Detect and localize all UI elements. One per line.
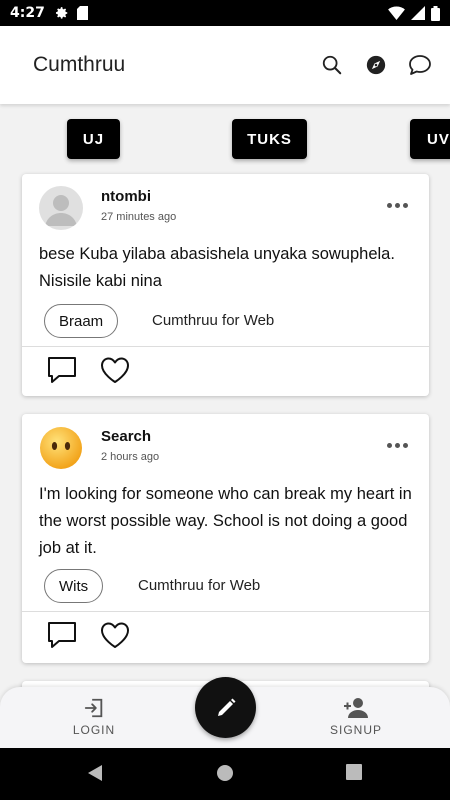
more-options-button[interactable] xyxy=(387,440,411,450)
chip-label: UV xyxy=(427,130,450,148)
avatar[interactable] xyxy=(39,426,83,470)
post-source: Cumthruu for Web xyxy=(138,577,261,594)
post-source: Cumthruu for Web xyxy=(152,312,275,329)
signup-label: SIGNUP xyxy=(329,723,382,737)
post-time: 2 hours ago xyxy=(101,451,160,463)
post-body: I'm looking for someone who can break my… xyxy=(39,485,412,557)
post-author[interactable]: Search xyxy=(101,428,151,445)
status-time: 4:27 xyxy=(10,5,45,21)
more-options-button[interactable] xyxy=(387,200,411,210)
group-chips: UJ TUKS UV xyxy=(0,104,450,172)
divider xyxy=(22,611,429,612)
post-tag[interactable]: Braam xyxy=(44,304,119,338)
divider xyxy=(22,346,429,347)
sd-card-icon xyxy=(76,6,88,20)
comment-icon xyxy=(48,357,76,383)
signup-button[interactable]: SIGNUP xyxy=(311,697,401,737)
settings-icon xyxy=(55,7,68,19)
compass-icon xyxy=(366,55,386,75)
signal-icon xyxy=(411,6,425,20)
post-card: Search 2 hours ago I'm looking for someo… xyxy=(22,414,429,663)
chip-label: UJ xyxy=(82,130,105,148)
app-bar: Cumthruu xyxy=(0,26,450,104)
like-button[interactable] xyxy=(98,354,132,386)
like-button[interactable] xyxy=(98,619,132,651)
comment-button[interactable] xyxy=(45,619,79,651)
wifi-icon xyxy=(388,6,405,20)
heart-icon xyxy=(101,622,129,648)
avatar[interactable] xyxy=(39,186,83,230)
recents-icon[interactable] xyxy=(346,764,362,780)
post-card: ntombi 27 minutes ago bese Kuba yilaba a… xyxy=(22,174,429,396)
add-person-icon xyxy=(344,698,368,718)
comment-button[interactable] xyxy=(45,354,79,386)
heart-icon xyxy=(101,357,129,383)
chat-icon xyxy=(409,55,431,75)
battery-icon xyxy=(431,5,440,21)
login-icon xyxy=(84,698,103,718)
chip-label: TUKS xyxy=(247,130,292,148)
post-time: 27 minutes ago xyxy=(101,211,177,223)
pencil-icon xyxy=(217,698,235,716)
login-label: LOGIN xyxy=(72,723,116,737)
home-icon[interactable] xyxy=(216,764,234,782)
chip-tuks[interactable]: TUKS xyxy=(232,119,307,159)
emoji-no-mouth-icon xyxy=(40,427,82,469)
system-nav-bar xyxy=(0,748,450,800)
post-tag[interactable]: Wits xyxy=(44,569,104,603)
status-bar: 4:27 xyxy=(0,0,450,26)
default-avatar-icon xyxy=(39,186,83,230)
app-title: Cumthruu xyxy=(33,53,126,76)
chip-uv[interactable]: UV xyxy=(410,119,450,159)
chip-uj[interactable]: UJ xyxy=(67,119,120,159)
back-icon[interactable] xyxy=(86,764,104,782)
explore-button[interactable] xyxy=(362,51,390,79)
compose-button[interactable] xyxy=(195,677,256,738)
comment-icon xyxy=(48,622,76,648)
search-button[interactable] xyxy=(318,51,346,79)
post-body: bese Kuba yilaba abasishela unyaka sowup… xyxy=(39,245,395,290)
search-icon xyxy=(322,55,342,75)
login-button[interactable]: LOGIN xyxy=(49,697,139,737)
messages-button[interactable] xyxy=(406,51,434,79)
post-author[interactable]: ntombi xyxy=(101,188,151,205)
